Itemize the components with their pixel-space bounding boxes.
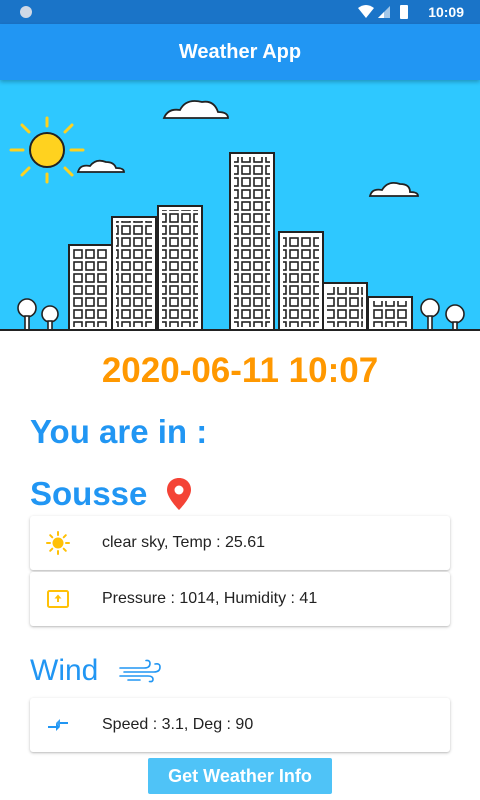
- wind-speed-deg: Speed : 3.1, Deg : 90: [102, 716, 254, 733]
- sun-icon: [46, 531, 70, 555]
- wifi-icon: [358, 5, 374, 18]
- pressure-humidity: Pressure : 1014, Humidity : 41: [102, 590, 318, 607]
- weather-description: clear sky, Temp : 25.61: [102, 534, 266, 551]
- arrows-compress-icon: [48, 719, 68, 731]
- wind-row: Wind: [30, 651, 162, 691]
- wind-speed-card: Speed : 3.1, Deg : 90: [30, 698, 450, 752]
- battery-icon: [400, 5, 408, 19]
- status-bar: 10:09: [0, 0, 480, 24]
- city-name: Sousse: [30, 475, 148, 512]
- location-pin-icon: [167, 478, 192, 510]
- datetime-label: 2020-06-11 10:07: [101, 351, 379, 390]
- location-heading: You are in :: [30, 413, 208, 450]
- sun-illustration: [9, 116, 85, 184]
- pressure-card: Pressure : 1014, Humidity : 41: [30, 572, 450, 626]
- app-bar: Weather App: [0, 24, 480, 80]
- city-row: Sousse: [30, 472, 192, 516]
- wind-icon: [119, 659, 162, 683]
- city-skyline-image: [0, 100, 480, 331]
- weather-card: clear sky, Temp : 25.61: [30, 516, 450, 570]
- status-time: 10:09: [428, 4, 464, 20]
- get-weather-info-button[interactable]: Get Weather Info: [148, 758, 332, 794]
- city-illustration: [0, 80, 480, 331]
- pressure-icon: [47, 590, 69, 608]
- notification-icon: [20, 6, 32, 18]
- signal-icons: [358, 5, 408, 19]
- wind-title: Wind: [30, 654, 99, 687]
- app-title: Weather App: [178, 41, 302, 63]
